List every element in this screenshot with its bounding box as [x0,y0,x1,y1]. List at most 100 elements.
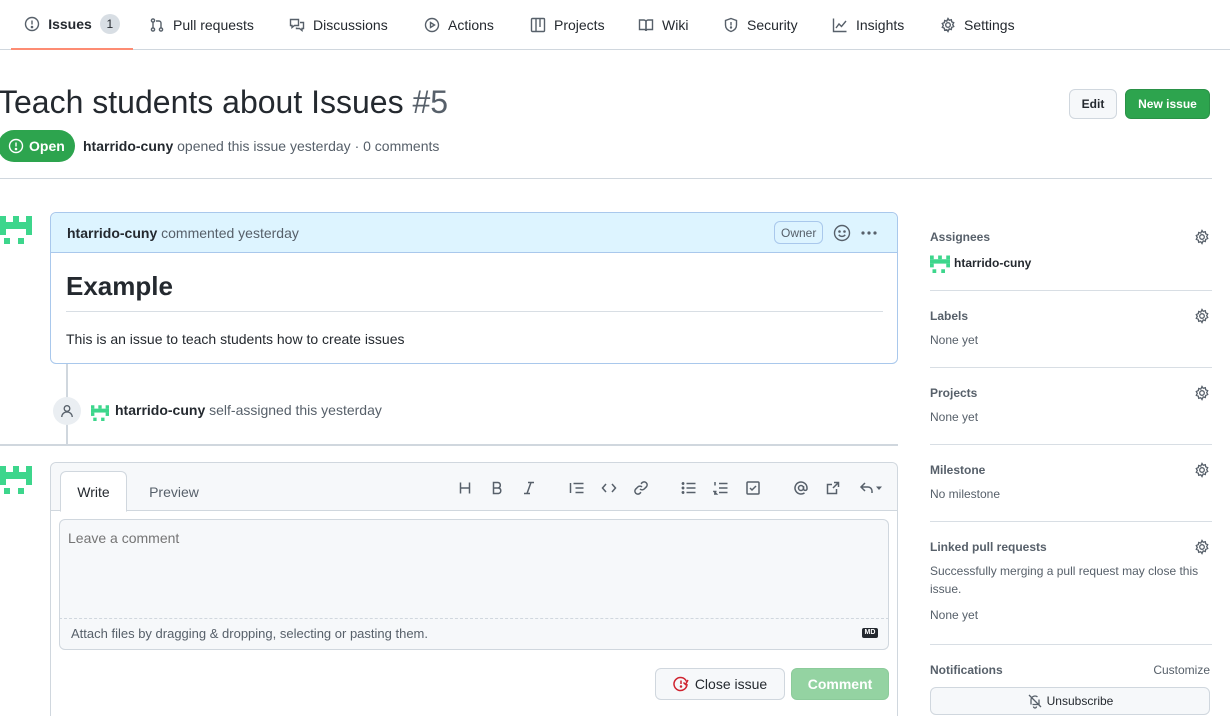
sidebar-notifications: Notifications Customize [930,663,1210,677]
code-icon[interactable] [600,479,618,497]
identicon-icon[interactable] [91,403,109,421]
timeline-event: htarrido-cuny self-assigned this yesterd… [115,402,382,418]
projects-title[interactable]: Projects [930,386,1210,400]
milestone-title[interactable]: Milestone [930,463,1210,477]
event-text: self-assigned this yesterday [209,402,382,418]
close-issue-label: Close issue [694,676,768,692]
comment-header: htarrido-cuny commented yesterday Owner [51,213,897,253]
avatar[interactable] [0,462,32,494]
issue-meta: htarrido-cuny opened this issue yesterda… [83,138,439,154]
tab-actions-label: Actions [448,17,494,33]
linked-prs-value: None yet [930,608,979,622]
labels-title[interactable]: Labels [930,309,1210,323]
graph-icon [832,18,847,33]
unsubscribe-button[interactable]: Unsubscribe [930,687,1210,715]
avatar[interactable] [0,212,32,244]
sidebar-linked-prs: Linked pull requests Successfully mergin… [930,539,1210,622]
new-issue-button[interactable]: New issue [1125,89,1210,119]
issue-title: Teach students about Issues #5 [0,84,448,121]
attach-hint: Attach files by dragging & dropping, sel… [71,626,428,641]
issue-opened-icon [8,138,24,154]
issue-comment: htarrido-cuny commented yesterday Owner … [50,212,898,364]
sidebar-milestone: Milestone No milestone [930,462,1210,501]
repo-nav: Issues 1 Pull requests Discussions Actio… [0,0,1230,50]
gear-icon[interactable] [1194,308,1210,324]
customize-link[interactable]: Customize [1153,663,1210,677]
tab-issues-label: Issues [48,16,92,32]
mention-icon[interactable] [792,479,810,497]
tab-issues[interactable]: Issues 1 [11,0,133,50]
status-label: Open [29,138,65,154]
gear-icon[interactable] [1194,539,1210,555]
sidebar-labels: Labels None yet [930,308,1210,347]
tab-security[interactable]: Security [723,0,798,50]
sidebar-projects: Projects None yet [930,385,1210,424]
close-issue-button[interactable]: Close issue [655,668,785,700]
event-badge [53,397,81,425]
issue-title-text: Teach students about Issues [0,84,404,120]
markdown-icon[interactable]: MD [862,628,878,638]
tab-pull-requests[interactable]: Pull requests [149,0,254,50]
tab-projects-label: Projects [554,17,605,33]
header-divider [0,178,1212,179]
unordered-list-icon[interactable] [680,479,698,497]
comment-textarea[interactable] [59,519,889,619]
linked-prs-title[interactable]: Linked pull requests [930,540,1210,554]
bell-slash-icon [1028,694,1042,709]
table-icon [530,17,546,33]
tab-preview[interactable]: Preview [137,471,211,512]
issue-author-link[interactable]: htarrido-cuny [83,138,173,154]
edit-button[interactable]: Edit [1069,89,1117,119]
tab-insights[interactable]: Insights [832,0,904,50]
smiley-icon[interactable] [832,223,852,243]
tab-projects[interactable]: Projects [530,0,605,50]
status-badge: Open [0,130,75,162]
gear-icon[interactable] [1194,229,1210,245]
tab-wiki-label: Wiki [662,17,689,33]
comment-text: This is an issue to teach students how t… [66,331,405,347]
person-icon [61,405,73,418]
heading-icon[interactable] [456,479,474,497]
italic-icon[interactable] [520,479,538,497]
gear-icon[interactable] [1194,462,1210,478]
linked-prs-desc: Successfully merging a pull request may … [930,564,1199,596]
git-pull-request-icon [150,18,164,32]
tab-discussions[interactable]: Discussions [289,0,388,50]
quote-icon[interactable] [568,479,586,497]
issue-number: #5 [412,84,449,120]
sidebar-divider [930,521,1212,522]
ordered-list-icon[interactable] [712,479,730,497]
identicon-icon [930,255,950,273]
assignee-item[interactable]: htarrido-cuny [930,253,1210,273]
comment-heading: Example [66,271,173,301]
sidebar-divider [930,290,1212,291]
book-icon [638,19,654,32]
attach-files-bar[interactable]: Attach files by dragging & dropping, sel… [59,619,889,650]
comment-author-link[interactable]: htarrido-cuny [67,225,157,241]
bold-icon[interactable] [488,479,506,497]
comment-button[interactable]: Comment [791,668,889,700]
issue-opened-icon [25,16,40,32]
gear-icon[interactable] [1194,385,1210,401]
cross-reference-icon[interactable] [824,479,842,497]
tab-settings[interactable]: Settings [940,0,1015,50]
saved-replies-icon[interactable] [856,479,886,497]
editor-tabs: Write Preview [51,463,897,512]
issue-meta-text: opened this issue yesterday · 0 comments [177,138,440,154]
gear-icon [941,17,955,33]
tab-actions[interactable]: Actions [424,0,494,50]
sidebar-divider [930,444,1212,445]
tab-security-label: Security [747,17,798,33]
play-icon [424,17,440,33]
tab-wiki[interactable]: Wiki [638,0,688,50]
link-icon[interactable] [632,479,650,497]
tab-write[interactable]: Write [60,471,127,512]
comment-discussion-icon [289,18,305,32]
event-author-link[interactable]: htarrido-cuny [115,402,205,418]
assignees-title[interactable]: Assignees [930,230,1210,244]
tasklist-icon[interactable] [744,479,762,497]
comment-author-line: htarrido-cuny commented yesterday [67,225,299,241]
kebab-horizontal-icon[interactable] [859,223,879,243]
shield-icon [724,17,738,33]
issues-counter: 1 [99,14,120,34]
